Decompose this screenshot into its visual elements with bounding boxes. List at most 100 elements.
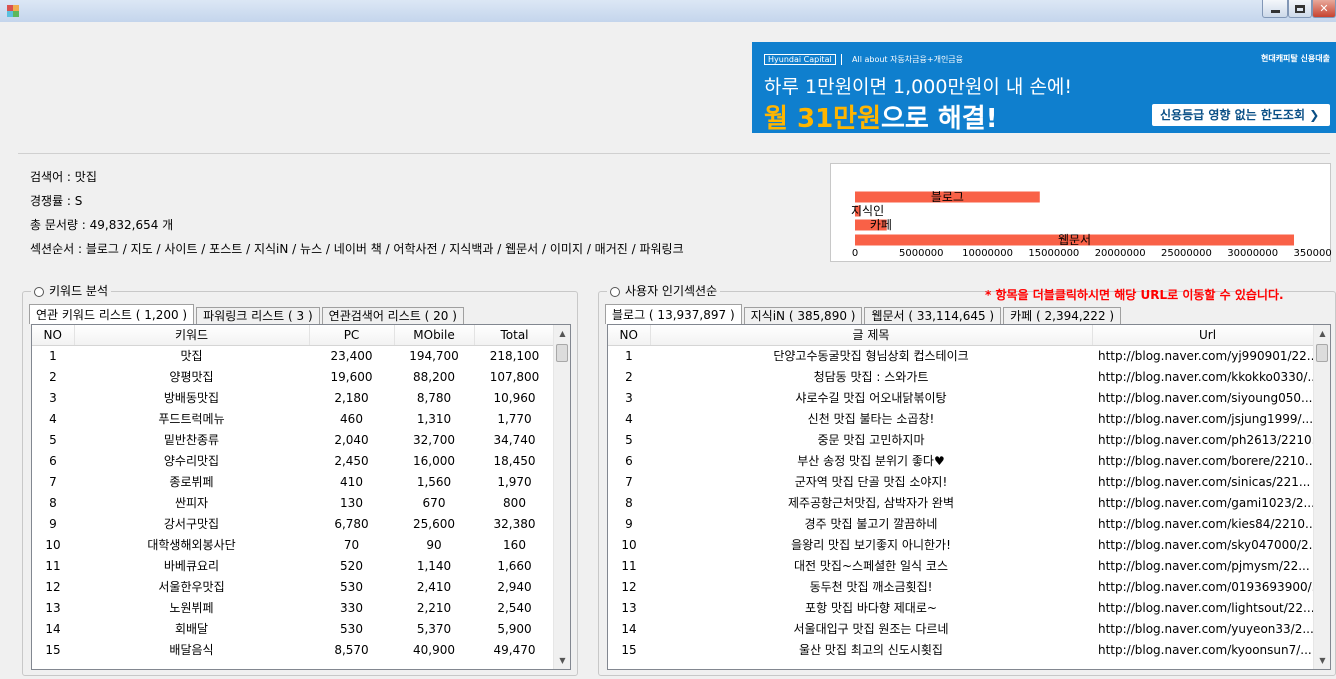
section-tab-2[interactable]: 지식iN ( 385,890 ) [743,307,863,324]
table-row[interactable]: 8 싼피자 130 670 800 [32,492,555,513]
table-cell: 4 [625,411,633,426]
scroll-down-icon[interactable]: ▼ [554,652,570,669]
popular-sections-radio[interactable] [610,286,620,297]
post-scrollbar[interactable]: ▲ ▼ [1313,325,1330,669]
table-row[interactable]: 8 제주공항근처맛집, 삼박자가 완벽 http://blog.naver.com/… [608,492,1323,513]
table-row[interactable]: 1 단양고수동굴맛집 형님상회 컵스테이크 http://blog.naver.co… [608,345,1323,366]
table-row[interactable]: 3 방배동맛집 2,180 8,780 10,960 [32,387,555,408]
keyword-analysis-group: 키워드 분석 연관 키워드 리스트 ( 1,200 ) 파워링크 리스트 ( 3 … [22,284,578,676]
table-cell: http://blog.naver.com/yuyeon33/2... [1098,621,1314,636]
table-cell: 3 [625,390,633,405]
table-row[interactable]: 12 서울한우맛집 530 2,410 2,940 [32,576,555,597]
table-row[interactable]: 10 대학생해외봉사단 70 90 160 [32,534,555,555]
minimize-button[interactable] [1262,0,1288,18]
keyword-scrollbar[interactable]: ▲ ▼ [553,325,570,669]
popular-sections-title[interactable]: 사용자 인기섹션순 [607,284,721,299]
keyword-analysis-title[interactable]: 키워드 분석 [31,284,112,299]
column-header[interactable]: 글 제목 [650,325,1093,346]
table-cell: 460 [340,411,363,426]
table-row[interactable]: 11 대전 맛집~스페셜한 일식 코스 http://blog.naver.com/… [608,555,1323,576]
section-docs-chart: 블로그 지식인 카페 웹문서 0 5000000 10000000 15000000 20000… [830,163,1332,262]
banner-cta-button[interactable]: 신용등급 영향 없는 한도조회 ❯ [1152,104,1330,126]
ad-banner[interactable]: Hyundai Capital All about 자동차금융+개인금융 현대캐… [752,42,1336,133]
scroll-up-icon[interactable]: ▲ [554,325,570,342]
table-row[interactable]: 3 샤로수길 맛집 어오내닭볶이탕 http://blog.naver.com/si… [608,387,1323,408]
table-cell: 9 [625,516,633,531]
double-click-notice: * 항목을 더블클릭하시면 해당 URL로 이동할 수 있습니다. [985,288,1284,302]
keyword-listview[interactable]: NO 키워드 PC MObile Total 1 맛집 23,400 194,700 218,1… [31,324,571,670]
table-row[interactable]: 2 양평맛집 19,600 88,200 107,800 [32,366,555,387]
table-row[interactable]: 4 푸드트럭메뉴 460 1,310 1,770 [32,408,555,429]
table-cell: 1 [49,348,57,363]
table-row[interactable]: 5 밑반찬종류 2,040 32,700 34,740 [32,429,555,450]
table-row[interactable]: 13 포항 맛집 바다향 제대로~ http://blog.naver.com/li… [608,597,1323,618]
scroll-up-icon[interactable]: ▲ [1314,325,1330,342]
table-row[interactable]: 9 강서구맛집 6,780 25,600 32,380 [32,513,555,534]
close-button[interactable]: ✕ [1312,0,1336,18]
table-row[interactable]: 1 맛집 23,400 194,700 218,100 [32,345,555,366]
chart-svg: 블로그지식인카페웹문서 0 5000000 10000000 15000000 20000… [851,190,1332,259]
app-icon [7,5,19,17]
table-cell: 530 [340,621,363,636]
table-cell: 14 [621,621,637,636]
table-cell: 6 [49,453,57,468]
table-row[interactable]: 5 중문 맛집 고민하지마 http://blog.naver.com/ph2613… [608,429,1323,450]
table-cell: http://blog.naver.com/siyoung050... [1098,390,1313,405]
table-row[interactable]: 14 서울대입구 맛집 원조는 다르네 http://blog.naver.com/… [608,618,1323,639]
table-row[interactable]: 11 바베큐요리 520 1,140 1,660 [32,555,555,576]
banner-brand: 현대캐피탈 신용대출 [1260,54,1330,63]
table-row[interactable]: 6 양수리맛집 2,450 16,000 18,450 [32,450,555,471]
table-row[interactable]: 6 부산 송정 맛집 분위기 좋다♥ http://blog.naver.com/b… [608,450,1323,471]
table-cell: 15 [45,642,61,657]
scroll-thumb[interactable] [1316,344,1328,362]
table-cell: 10,960 [493,390,536,405]
column-header[interactable]: Total [474,325,556,346]
table-cell: 8,570 [334,642,369,657]
section-tab-3[interactable]: 웹문서 ( 33,114,645 ) [864,307,1002,324]
column-header[interactable]: NO [32,325,75,346]
section-tab-4[interactable]: 카페 ( 2,394,222 ) [1003,307,1122,324]
table-cell: 34,740 [493,432,536,447]
chart-tick-label: 0 [852,248,858,259]
column-header[interactable]: NO [608,325,651,346]
table-row[interactable]: 15 울산 맛집 최고의 신도시횟집 http://blog.naver.com/k… [608,639,1323,660]
scroll-down-icon[interactable]: ▼ [1314,652,1330,669]
table-cell: 5,370 [416,621,452,636]
table-row[interactable]: 7 종로뷔페 410 1,560 1,970 [32,471,555,492]
table-cell: 8,780 [416,390,452,405]
post-listview[interactable]: NO 글 제목 Url 1 단양고수동굴맛집 형님상회 컵스테이크 http://blo… [607,324,1331,670]
table-cell: 90 [426,537,442,552]
table-cell: http://blog.naver.com/sinicas/221... [1098,474,1311,489]
table-row[interactable]: 10 을왕리 맛집 보기좋지 아니한가! http://blog.naver.com… [608,534,1323,555]
column-header[interactable]: MObile [394,325,475,346]
column-header[interactable]: Url [1092,325,1324,346]
banner-about: All about 자동차금융+개인금융 [852,55,964,64]
keyword-tab-1[interactable]: 연관 키워드 리스트 ( 1,200 ) [29,304,195,324]
keyword-tab-2[interactable]: 파워링크 리스트 ( 3 ) [196,307,320,324]
table-row[interactable]: 13 노원뷔페 330 2,210 2,540 [32,597,555,618]
maximize-button[interactable] [1288,0,1312,18]
table-cell: 23,400 [330,348,373,363]
keyword-analysis-radio[interactable] [34,286,44,297]
table-row[interactable]: 12 동두천 맛집 깨소금횟집! http://blog.naver.com/019… [608,576,1323,597]
table-cell: 530 [340,579,363,594]
keyword-tab-3[interactable]: 연관검색어 리스트 ( 20 ) [321,307,464,324]
scroll-thumb[interactable] [556,344,568,362]
table-cell: 6 [625,453,633,468]
column-header[interactable]: PC [309,325,395,346]
table-row[interactable]: 4 신천 맛집 불타는 소곱창! http://blog.naver.com/jsj… [608,408,1323,429]
table-cell: 2,540 [497,600,532,615]
main-window: Hyundai Capital All about 자동차금융+개인금융 현대캐… [6,22,1336,679]
table-cell: 2,180 [334,390,369,405]
table-row[interactable]: 15 배달음식 8,570 40,900 49,470 [32,639,555,660]
table-cell: 1 [625,348,633,363]
table-cell: 밑반찬종류 [163,433,220,447]
section-tab-1[interactable]: 블로그 ( 13,937,897 ) [605,304,742,324]
table-cell: http://blog.naver.com/jsjung1999/... [1098,411,1314,426]
column-header[interactable]: 키워드 [74,325,310,346]
table-cell: 1,970 [497,474,532,489]
table-row[interactable]: 7 군자역 맛집 단골 맛집 소야지! http://blog.naver.com/… [608,471,1323,492]
table-row[interactable]: 9 경주 맛집 불고기 깔끔하네 http://blog.naver.com/kie… [608,513,1323,534]
table-row[interactable]: 14 회배달 530 5,370 5,900 [32,618,555,639]
table-row[interactable]: 2 청담동 맛집 : 스와가트 http://blog.naver.com/kkok… [608,366,1323,387]
